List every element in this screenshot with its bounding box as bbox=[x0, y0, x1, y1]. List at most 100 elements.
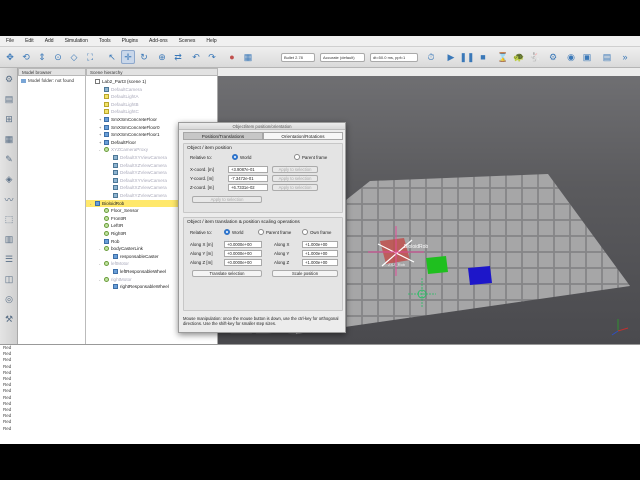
hierarchy-row[interactable]: DefaultXZViewCamera bbox=[108, 162, 167, 169]
camera-rotate-icon[interactable]: ⟲ bbox=[19, 50, 33, 64]
menu-simulation[interactable]: Simulation bbox=[65, 38, 88, 44]
along-x-field[interactable]: +0.0000e+00 bbox=[224, 241, 262, 248]
hierarchy-row[interactable]: responsableCaster bbox=[108, 253, 159, 260]
calculation-modules-icon[interactable]: ⊞ bbox=[2, 112, 16, 126]
translate-selection-button[interactable]: Translate selection bbox=[192, 270, 262, 277]
hierarchy-row[interactable]: rightResponsableWheel bbox=[108, 283, 169, 290]
camera-zoom-icon[interactable]: ⊙ bbox=[51, 50, 65, 64]
user-settings-icon[interactable]: ⚒ bbox=[2, 312, 16, 326]
tab-position[interactable]: Position/Translations bbox=[183, 132, 263, 140]
hierarchy-row[interactable]: Floor_Sensor bbox=[99, 207, 139, 214]
camera-pan-icon[interactable]: ✥ bbox=[3, 50, 17, 64]
page-selector-icon[interactable]: ▣ bbox=[580, 50, 594, 64]
hierarchy-row[interactable]: - leftMotor bbox=[99, 260, 129, 267]
record-icon[interactable]: ● bbox=[225, 50, 239, 64]
slower-icon[interactable]: 🐢 bbox=[512, 50, 526, 64]
scene-selector-icon[interactable]: ▤ bbox=[600, 50, 614, 64]
expand-toggle-icon[interactable]: + bbox=[99, 139, 103, 146]
visualization-icon[interactable]: ◉ bbox=[564, 50, 578, 64]
hierarchy-row[interactable]: Lab2_Part3 (scene 1) bbox=[90, 78, 146, 85]
hierarchy-row[interactable]: DefaultXZViewCamera bbox=[108, 184, 167, 191]
hierarchy-row[interactable]: + DefaultFloor bbox=[99, 139, 136, 146]
thread-icon[interactable]: ⚙ bbox=[546, 50, 560, 64]
expand-toggle-icon[interactable]: - bbox=[90, 200, 94, 207]
hierarchy-row[interactable]: DefaultLightB bbox=[99, 101, 139, 108]
path-edit-icon[interactable]: 〰 bbox=[2, 192, 16, 206]
expand-toggle-icon[interactable]: + bbox=[99, 124, 103, 131]
radio-world-2[interactable]: World bbox=[224, 229, 243, 235]
hierarchy-row[interactable]: DefaultLightC bbox=[99, 108, 139, 115]
apply-z-button[interactable]: Apply to selection bbox=[272, 184, 318, 191]
camera-shift-icon[interactable]: ⇕ bbox=[35, 50, 49, 64]
menu-addons[interactable]: Add-ons bbox=[149, 38, 168, 44]
hierarchy-row[interactable]: - XYZCameraProxy bbox=[99, 146, 148, 153]
scripts-icon[interactable]: ✎ bbox=[2, 152, 16, 166]
object-rotate-icon[interactable]: ↻ bbox=[137, 50, 151, 64]
hierarchy-row[interactable]: Rob bbox=[99, 238, 119, 245]
expand-toggle-icon[interactable]: - bbox=[99, 146, 103, 153]
hierarchy-row[interactable]: DefaultCamera bbox=[99, 86, 142, 93]
menu-file[interactable]: File bbox=[6, 38, 14, 44]
hierarchy-row[interactable]: DefaultLightA bbox=[99, 93, 139, 100]
fit-view-icon[interactable]: ⛶ bbox=[83, 50, 97, 64]
hierarchy-row[interactable]: DefaultYZViewCamera bbox=[108, 169, 167, 176]
scale-x-field[interactable]: +1.000e+00 bbox=[302, 241, 338, 248]
apply-y-button[interactable]: Apply to selection bbox=[272, 175, 318, 182]
menu-add[interactable]: Add bbox=[45, 38, 54, 44]
scene-hierarchy-icon[interactable]: ☰ bbox=[2, 252, 16, 266]
scale-position-button[interactable]: Scale position bbox=[272, 270, 338, 277]
scene-object-properties-icon[interactable]: ▤ bbox=[2, 92, 16, 106]
expand-toggle-icon[interactable]: + bbox=[99, 116, 103, 123]
assemble-icon[interactable]: ⊕ bbox=[155, 50, 169, 64]
model-browser-icon[interactable]: ▥ bbox=[2, 232, 16, 246]
along-z-field[interactable]: +0.0000e+00 bbox=[224, 259, 262, 266]
realtime-icon[interactable]: ⏱ bbox=[424, 50, 438, 64]
collections-icon[interactable]: ▦ bbox=[2, 132, 16, 146]
hierarchy-row[interactable]: - rightMotor bbox=[99, 276, 132, 283]
play-icon[interactable]: ▶ bbox=[444, 50, 458, 64]
collapse-toolbar-icon[interactable]: » bbox=[618, 50, 632, 64]
pause-icon[interactable]: ❚❚ bbox=[459, 50, 474, 64]
apply-all-button[interactable]: Apply to selection bbox=[192, 196, 262, 203]
expand-toggle-icon[interactable]: - bbox=[99, 260, 103, 267]
menu-edit[interactable]: Edit bbox=[25, 38, 34, 44]
faster-icon[interactable]: 🐇 bbox=[528, 50, 542, 64]
menu-scenes[interactable]: Scenes bbox=[179, 38, 196, 44]
expand-toggle-icon[interactable]: - bbox=[99, 245, 103, 252]
stop-icon[interactable]: ■ bbox=[476, 50, 490, 64]
x-coord-field[interactable]: +3.9087e-01 bbox=[228, 166, 268, 173]
menu-tools[interactable]: Tools bbox=[99, 38, 111, 44]
transfer-dna-icon[interactable]: ⇄ bbox=[171, 50, 185, 64]
undo-icon[interactable]: ↶ bbox=[189, 50, 203, 64]
engine-select[interactable]: Bullet 2.78 bbox=[281, 53, 315, 62]
redo-icon[interactable]: ↷ bbox=[205, 50, 219, 64]
menu-plugins[interactable]: Plugins bbox=[122, 38, 138, 44]
video-icon[interactable]: ▦ bbox=[241, 50, 255, 64]
hierarchy-row[interactable]: FrontIR bbox=[99, 215, 126, 222]
radio-world[interactable]: World bbox=[232, 154, 251, 160]
hierarchy-row[interactable]: RightIR bbox=[99, 230, 126, 237]
hierarchy-row[interactable]: DefaultYZViewCamera bbox=[108, 192, 167, 199]
hierarchy-row[interactable]: + SmXSmConcreteFloor bbox=[99, 116, 157, 123]
selection-icon[interactable]: ⬚ bbox=[2, 212, 16, 226]
z-coord-field[interactable]: +6.7331e-02 bbox=[228, 184, 268, 191]
hierarchy-row[interactable]: - bodyCasterLink bbox=[99, 245, 143, 252]
camera-angle-icon[interactable]: ◇ bbox=[67, 50, 81, 64]
hierarchy-row[interactable]: + SmXSmConcreteFloor1 bbox=[99, 131, 160, 138]
hierarchy-row[interactable]: DefaultXYViewCamera bbox=[108, 177, 167, 184]
apply-x-button[interactable]: Apply to selection bbox=[272, 166, 318, 173]
hierarchy-row[interactable]: + SmXSmConcreteFloor0 bbox=[99, 124, 160, 131]
radio-own-frame[interactable]: Own frame bbox=[302, 229, 331, 235]
click-select-icon[interactable]: ↖ bbox=[105, 50, 119, 64]
object-shift-icon[interactable]: ✛ bbox=[121, 50, 135, 64]
scale-z-field[interactable]: +1.000e+00 bbox=[302, 259, 338, 266]
y-coord-field[interactable]: -7.3472e-01 bbox=[228, 175, 268, 182]
scale-y-field[interactable]: +1.000e+00 bbox=[302, 250, 338, 257]
along-y-field[interactable]: +0.0000e+00 bbox=[224, 250, 262, 257]
radio-parent-frame-2[interactable]: Parent frame bbox=[258, 229, 291, 235]
layers-icon[interactable]: ◫ bbox=[2, 272, 16, 286]
hierarchy-row[interactable]: LeftIR bbox=[99, 222, 123, 229]
radio-parent-frame[interactable]: Parent frame bbox=[294, 154, 327, 160]
expand-toggle-icon[interactable]: + bbox=[99, 131, 103, 138]
model-folder-row[interactable]: Model folder: not found bbox=[18, 76, 85, 83]
